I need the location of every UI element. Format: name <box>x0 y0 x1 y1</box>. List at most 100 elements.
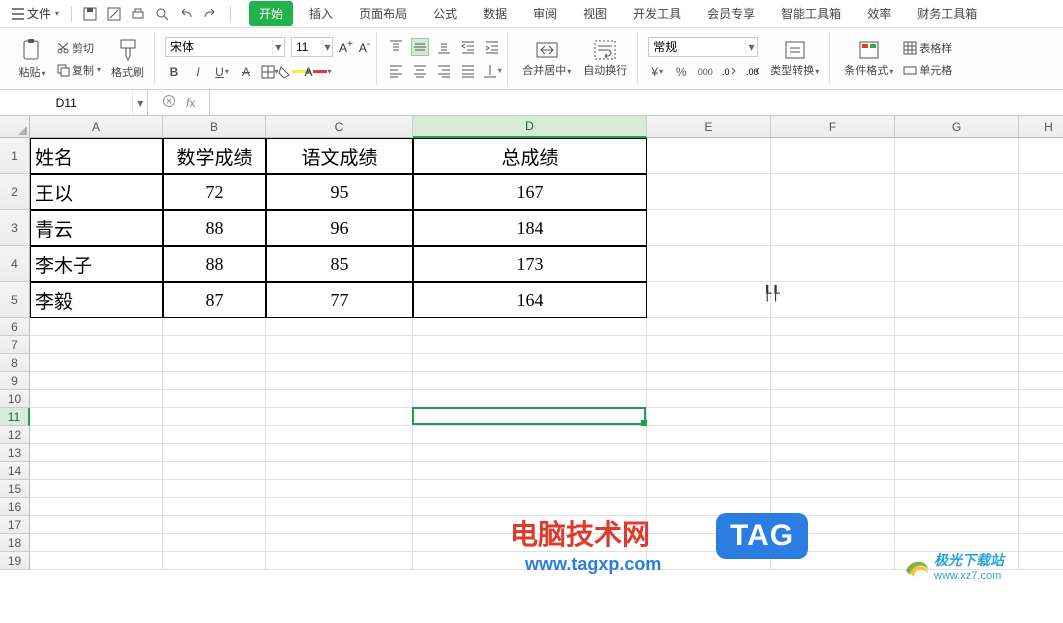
cell[interactable] <box>895 318 1019 336</box>
row-header-3[interactable]: 3 <box>0 210 30 246</box>
cell[interactable] <box>413 336 647 354</box>
cell[interactable] <box>266 336 413 354</box>
cell[interactable] <box>647 282 771 318</box>
cell[interactable] <box>266 552 413 570</box>
cell[interactable] <box>647 246 771 282</box>
cell[interactable] <box>30 426 163 444</box>
cell[interactable] <box>895 372 1019 390</box>
cell[interactable] <box>266 408 413 426</box>
cell[interactable] <box>1019 408 1063 426</box>
underline-button[interactable]: U▾ <box>213 63 231 81</box>
cell[interactable] <box>771 390 895 408</box>
cell[interactable] <box>266 318 413 336</box>
increase-font-button[interactable]: A+ <box>339 39 353 55</box>
cell[interactable] <box>647 480 771 498</box>
align-middle-button[interactable] <box>411 38 429 56</box>
cell[interactable] <box>647 426 771 444</box>
cell[interactable] <box>647 210 771 246</box>
format-painter-button[interactable]: 格式刷 <box>107 36 148 82</box>
row-header-14[interactable]: 14 <box>0 462 30 480</box>
cond-format-button[interactable]: 条件格式▾ <box>840 38 897 80</box>
cell[interactable] <box>895 174 1019 210</box>
cell[interactable] <box>895 408 1019 426</box>
cell[interactable] <box>413 408 647 426</box>
cut-button[interactable]: 剪切 <box>54 39 103 57</box>
cell[interactable] <box>771 408 895 426</box>
font-color-button[interactable]: A▾ <box>309 63 327 81</box>
cell[interactable] <box>163 462 266 480</box>
cell[interactable] <box>30 516 163 534</box>
cell[interactable] <box>895 462 1019 480</box>
cell[interactable] <box>163 354 266 372</box>
cell[interactable] <box>647 354 771 372</box>
align-center-button[interactable] <box>411 62 429 80</box>
col-header-D[interactable]: D <box>413 116 647 138</box>
align-bottom-button[interactable] <box>435 38 453 56</box>
data-cell[interactable]: 姓名 <box>30 138 163 174</box>
cell[interactable] <box>647 336 771 354</box>
cell[interactable] <box>413 426 647 444</box>
col-header-A[interactable]: A <box>30 116 163 138</box>
cell[interactable] <box>647 372 771 390</box>
align-right-button[interactable] <box>435 62 453 80</box>
tab-developer[interactable]: 开发工具 <box>623 1 691 26</box>
cell[interactable] <box>771 138 895 174</box>
cell[interactable] <box>1019 246 1063 282</box>
tab-start[interactable]: 开始 <box>249 1 293 26</box>
tab-finance-tools[interactable]: 财务工具箱 <box>907 1 987 26</box>
chevron-down-icon[interactable]: ▾ <box>745 40 757 54</box>
cell[interactable] <box>30 354 163 372</box>
cell[interactable] <box>771 336 895 354</box>
data-cell[interactable]: 总成绩 <box>413 138 647 174</box>
justify-button[interactable] <box>459 62 477 80</box>
decrease-decimal-button[interactable]: .00 <box>744 63 762 81</box>
cell[interactable] <box>163 516 266 534</box>
data-cell[interactable]: 184 <box>413 210 647 246</box>
cell[interactable] <box>647 408 771 426</box>
save-icon[interactable] <box>82 6 98 22</box>
increase-indent-button[interactable] <box>483 38 501 56</box>
tab-data[interactable]: 数据 <box>473 1 517 26</box>
data-cell[interactable]: 95 <box>266 174 413 210</box>
cell[interactable] <box>647 138 771 174</box>
col-header-F[interactable]: F <box>771 116 895 138</box>
cell[interactable] <box>1019 426 1063 444</box>
cell[interactable] <box>1019 354 1063 372</box>
font-size-combo[interactable]: ▾ <box>291 37 333 57</box>
cell[interactable] <box>1019 138 1063 174</box>
cell[interactable] <box>1019 174 1063 210</box>
cell[interactable] <box>1019 210 1063 246</box>
cell[interactable] <box>1019 534 1063 552</box>
data-cell[interactable]: 87 <box>163 282 266 318</box>
row-header-7[interactable]: 7 <box>0 336 30 354</box>
cell[interactable] <box>30 462 163 480</box>
tab-insert[interactable]: 插入 <box>299 1 343 26</box>
align-top-button[interactable] <box>387 38 405 56</box>
tab-page-layout[interactable]: 页面布局 <box>349 1 417 26</box>
cell[interactable] <box>163 480 266 498</box>
data-cell[interactable]: 164 <box>413 282 647 318</box>
cell[interactable] <box>30 390 163 408</box>
col-header-H[interactable]: H <box>1019 116 1063 138</box>
cell[interactable] <box>30 372 163 390</box>
cell[interactable] <box>266 444 413 462</box>
cell[interactable] <box>30 534 163 552</box>
cell[interactable] <box>771 174 895 210</box>
cell[interactable] <box>30 318 163 336</box>
cell[interactable] <box>163 552 266 570</box>
tab-review[interactable]: 审阅 <box>523 1 567 26</box>
tab-view[interactable]: 视图 <box>573 1 617 26</box>
row-header-2[interactable]: 2 <box>0 174 30 210</box>
cell[interactable] <box>413 462 647 480</box>
name-box[interactable]: ▾ <box>0 90 148 115</box>
row-header-18[interactable]: 18 <box>0 534 30 552</box>
cell[interactable] <box>163 390 266 408</box>
row-header-16[interactable]: 16 <box>0 498 30 516</box>
cell[interactable] <box>1019 282 1063 318</box>
file-menu[interactable]: 文件 ▾ <box>6 3 65 24</box>
cell[interactable] <box>771 462 895 480</box>
comma-button[interactable]: 000 <box>696 63 714 81</box>
cell[interactable] <box>30 408 163 426</box>
cell[interactable] <box>895 336 1019 354</box>
cell[interactable] <box>1019 372 1063 390</box>
